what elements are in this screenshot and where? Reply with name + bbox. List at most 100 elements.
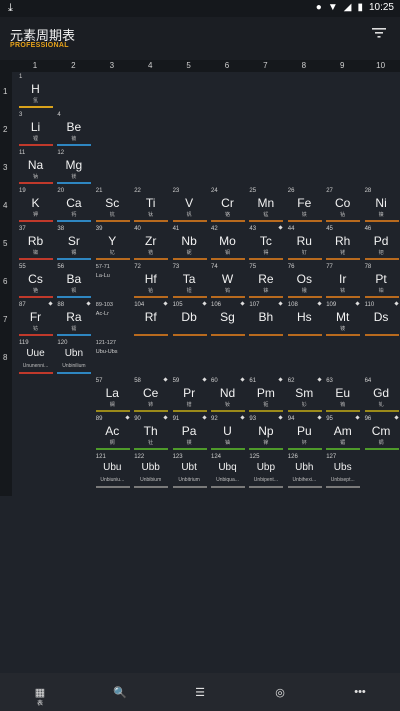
element-cell[interactable]: 105 Db: [171, 300, 208, 338]
element-cell[interactable]: 95 Am 镅: [324, 414, 361, 452]
element-cell[interactable]: 126 Ubh Unbihexi...: [286, 452, 323, 490]
element-name: 镅: [340, 440, 346, 446]
series-placeholder[interactable]: 57-71 La-Lu: [94, 262, 131, 300]
element-cell[interactable]: 91 Pa 镤: [171, 414, 208, 452]
element-cell[interactable]: 125 Ubp Unbipent...: [247, 452, 284, 490]
category-bar: [364, 296, 399, 298]
element-cell[interactable]: 75 Re 铼: [247, 262, 284, 300]
element-cell[interactable]: 22 Ti 钛: [132, 186, 169, 224]
element-cell[interactable]: 4 Be 铍: [55, 110, 92, 148]
element-symbol: Rf: [144, 310, 157, 324]
element-cell[interactable]: 45 Rh 铑: [324, 224, 361, 262]
element-cell[interactable]: 55 Cs 铯: [17, 262, 54, 300]
element-cell[interactable]: 56 Ba 钡: [55, 262, 92, 300]
element-name: 镧: [109, 402, 115, 408]
element-cell[interactable]: 63 Eu 铕: [324, 376, 361, 414]
element-cell[interactable]: 39 Y 钇: [94, 224, 131, 262]
element-cell[interactable]: 108 Hs: [286, 300, 323, 338]
element-cell[interactable]: 46 Pd 钯: [363, 224, 400, 262]
element-cell[interactable]: 62 Sm 钐: [286, 376, 323, 414]
element-cell[interactable]: 124 Ubq Unbiqua...: [209, 452, 246, 490]
element-cell[interactable]: 72 Hf 铪: [132, 262, 169, 300]
element-cell[interactable]: 106 Sg: [209, 300, 246, 338]
element-cell[interactable]: 120 Ubn Unbinilium: [55, 338, 92, 376]
element-cell[interactable]: 109 Mt 鿏: [324, 300, 361, 338]
element-cell[interactable]: 127 Ubs Unbisept...: [324, 452, 361, 490]
category-bar: [95, 220, 130, 222]
series-placeholder[interactable]: 121-127 Ubu-Ubs: [94, 338, 131, 376]
element-symbol: Rh: [335, 234, 351, 248]
element-cell[interactable]: 3 Li 锂: [17, 110, 54, 148]
category-bar: [172, 410, 207, 412]
element-cell[interactable]: 12 Mg 镁: [55, 148, 92, 186]
element-cell[interactable]: 21 Sc 钪: [94, 186, 131, 224]
element-cell[interactable]: 26 Fe 铁: [286, 186, 323, 224]
element-cell[interactable]: 87 Fr 钫: [17, 300, 54, 338]
element-cell[interactable]: 57 La 镧: [94, 376, 131, 414]
element-cell[interactable]: 121 Ubu Unbiuniu...: [94, 452, 131, 490]
atomic-number: 12: [57, 150, 65, 156]
nav-more[interactable]: •••: [320, 673, 400, 711]
element-cell[interactable]: 122 Ubb Unbibium: [132, 452, 169, 490]
nav-search[interactable]: 🔍: [80, 673, 160, 711]
element-cell[interactable]: 92 U 铀: [209, 414, 246, 452]
element-cell[interactable]: 119 Uue Ununenni...: [17, 338, 54, 376]
element-cell[interactable]: 104 Rf: [132, 300, 169, 338]
element-cell[interactable]: 77 Ir 铱: [324, 262, 361, 300]
element-name: 锂: [32, 136, 38, 142]
element-cell[interactable]: 19 K 钾: [17, 186, 54, 224]
element-cell[interactable]: 89 Ac 锕: [94, 414, 131, 452]
radioactive-marker: [163, 377, 168, 382]
element-cell[interactable]: 96 Cm 锔: [363, 414, 400, 452]
element-name: 锔: [378, 440, 384, 446]
element-cell[interactable]: 73 Ta 钽: [171, 262, 208, 300]
element-cell[interactable]: 42 Mo 钼: [209, 224, 246, 262]
element-cell[interactable]: 44 Ru 钌: [286, 224, 323, 262]
element-cell[interactable]: 74 W 钨: [209, 262, 246, 300]
element-cell[interactable]: 41 Nb 铌: [171, 224, 208, 262]
element-cell[interactable]: 60 Nd 钕: [209, 376, 246, 414]
list-icon: ☰: [195, 687, 205, 699]
category-bar: [287, 486, 322, 488]
element-cell[interactable]: 88 Ra 镭: [55, 300, 92, 338]
element-cell[interactable]: 59 Pr 镨: [171, 376, 208, 414]
category-bar: [249, 220, 284, 222]
atomic-number: 22: [134, 188, 141, 194]
element-cell[interactable]: 93 Np 镎: [247, 414, 284, 452]
nav-isotope[interactable]: ◎: [240, 673, 320, 711]
element-name: 锶: [71, 250, 77, 256]
nav-list[interactable]: ☰: [160, 673, 240, 711]
category-bar: [95, 448, 130, 450]
element-cell[interactable]: 20 Ca 钙: [55, 186, 92, 224]
element-cell[interactable]: 61 Pm 钷: [247, 376, 284, 414]
element-cell[interactable]: 25 Mn 锰: [247, 186, 284, 224]
element-cell[interactable]: 28 Ni 镍: [363, 186, 400, 224]
category-bar: [211, 258, 245, 260]
element-cell[interactable]: 43 Tc 锝: [247, 224, 284, 262]
element-cell[interactable]: 37 Rb 铷: [17, 224, 54, 262]
element-cell[interactable]: 94 Pu 钚: [286, 414, 323, 452]
series-placeholder[interactable]: 89-103 Ac-Lr: [94, 300, 131, 338]
nav-table[interactable]: ▦ 表: [0, 673, 80, 711]
element-cell[interactable]: 11 Na 钠: [17, 148, 54, 186]
atomic-number: 23: [172, 188, 180, 194]
element-cell[interactable]: 64 Gd 钆: [363, 376, 400, 414]
category-bar: [172, 334, 207, 336]
element-cell[interactable]: 38 Sr 锶: [55, 224, 92, 262]
element-cell[interactable]: 23 V 钒: [171, 186, 208, 224]
element-cell[interactable]: 24 Cr 铬: [209, 186, 246, 224]
element-cell[interactable]: 27 Co 钴: [324, 186, 361, 224]
atomic-number: 87: [19, 302, 26, 308]
element-cell[interactable]: 76 Os 锇: [286, 262, 323, 300]
element-cell[interactable]: 1 H氢: [17, 72, 54, 110]
element-cell[interactable]: 58 Ce 铈: [132, 376, 169, 414]
element-cell[interactable]: 90 Th 钍: [132, 414, 169, 452]
atomic-number: 4: [57, 112, 61, 118]
element-cell[interactable]: 40 Zr 锆: [132, 224, 169, 262]
element-cell[interactable]: 123 Ubt Unbitrium: [171, 452, 208, 490]
element-cell[interactable]: 78 Pt 铂: [363, 262, 400, 300]
category-bar: [134, 448, 169, 450]
element-cell[interactable]: 110 Ds: [363, 300, 400, 338]
atomic-number: 89: [95, 416, 103, 422]
element-cell[interactable]: 107 Bh: [247, 300, 284, 338]
